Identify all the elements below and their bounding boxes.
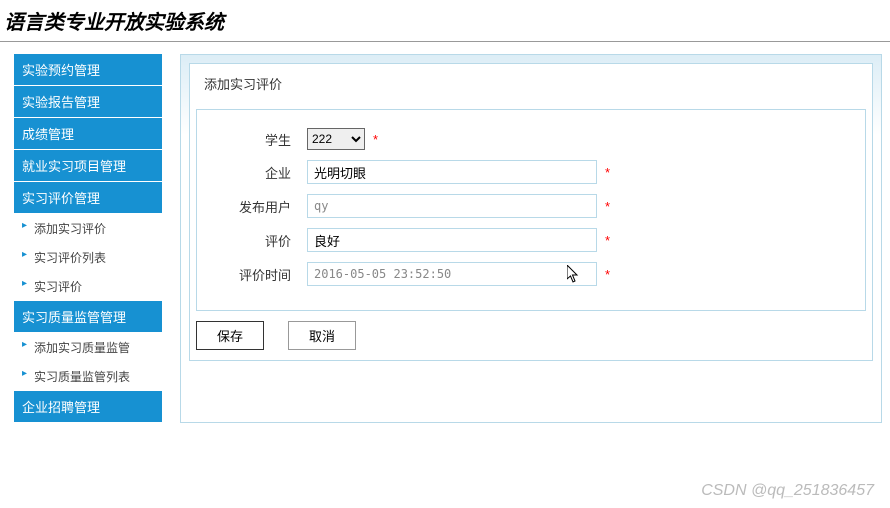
publisher-input[interactable] (307, 194, 597, 218)
label-rating: 评价 (217, 231, 307, 250)
nav-header-grade[interactable]: 成绩管理 (14, 118, 162, 150)
content-area: 添加实习评价 学生 222 * 企业 * 发布用户 * (180, 54, 882, 423)
row-student: 学生 222 * (217, 128, 845, 150)
page-title: 语言类专业开放实验系统 (4, 6, 886, 35)
form: 学生 222 * 企业 * 发布用户 * 评价 (196, 109, 866, 311)
row-time: 评价时间 * (217, 262, 845, 286)
header: 语言类专业开放实验系统 (0, 0, 890, 42)
sidebar-item-evaluation[interactable]: 实习评价 (14, 272, 162, 301)
required-mark: * (605, 267, 610, 282)
required-mark: * (605, 199, 610, 214)
cancel-button[interactable]: 取消 (288, 321, 356, 350)
student-select[interactable]: 222 (307, 128, 365, 150)
nav-header-internship-project[interactable]: 就业实习项目管理 (14, 150, 162, 182)
time-input[interactable] (307, 262, 597, 286)
label-company: 企业 (217, 163, 307, 182)
sidebar: 实验预约管理 实验报告管理 成绩管理 就业实习项目管理 实习评价管理 添加实习评… (14, 54, 162, 423)
required-mark: * (605, 165, 610, 180)
nav-header-reservation[interactable]: 实验预约管理 (14, 54, 162, 86)
sidebar-item-evaluation-list[interactable]: 实习评价列表 (14, 243, 162, 272)
required-mark: * (373, 132, 378, 147)
nav-header-quality[interactable]: 实习质量监管管理 (14, 301, 162, 333)
row-publisher: 发布用户 * (217, 194, 845, 218)
save-button[interactable]: 保存 (196, 321, 264, 350)
label-student: 学生 (217, 130, 307, 149)
label-publisher: 发布用户 (217, 197, 307, 216)
panel-title: 添加实习评价 (190, 64, 872, 103)
sidebar-item-quality-list[interactable]: 实习质量监管列表 (14, 362, 162, 391)
sidebar-item-add-quality[interactable]: 添加实习质量监管 (14, 333, 162, 362)
row-company: 企业 * (217, 160, 845, 184)
rating-input[interactable] (307, 228, 597, 252)
nav-header-recruitment[interactable]: 企业招聘管理 (14, 391, 162, 423)
label-time: 评价时间 (217, 265, 307, 284)
row-rating: 评价 * (217, 228, 845, 252)
button-row: 保存 取消 (196, 321, 866, 350)
watermark: CSDN @qq_251836457 (701, 482, 874, 500)
sidebar-item-add-evaluation[interactable]: 添加实习评价 (14, 214, 162, 243)
nav-header-report[interactable]: 实验报告管理 (14, 86, 162, 118)
panel: 添加实习评价 学生 222 * 企业 * 发布用户 * (189, 63, 873, 361)
required-mark: * (605, 233, 610, 248)
nav-header-evaluation[interactable]: 实习评价管理 (14, 182, 162, 214)
company-input[interactable] (307, 160, 597, 184)
